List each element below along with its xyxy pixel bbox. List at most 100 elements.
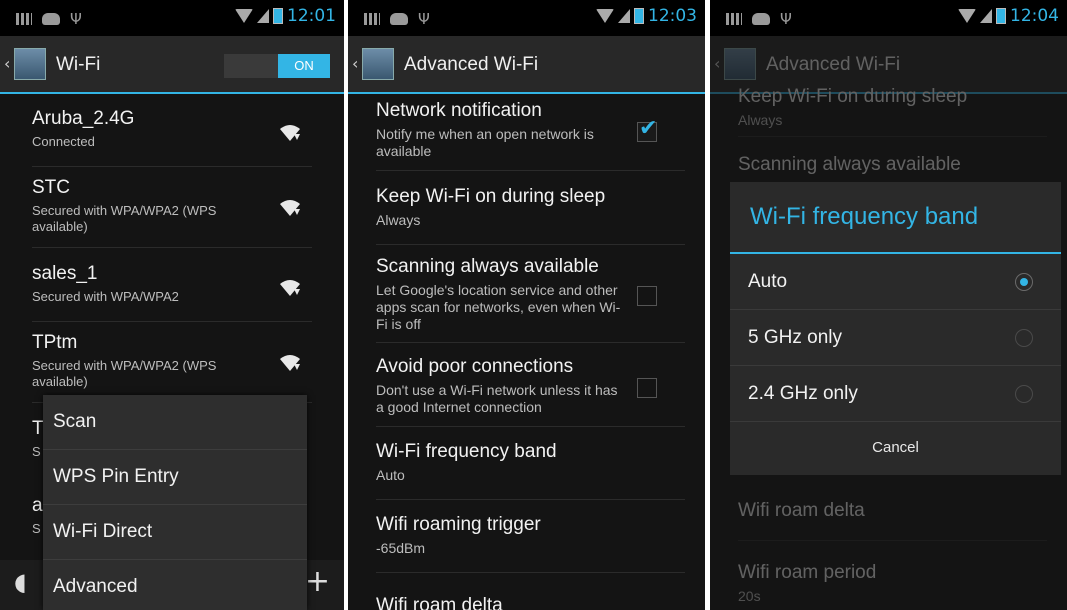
- pref-scanning-always[interactable]: Scanning always available: [738, 154, 1047, 184]
- gallery-notification-icon: [16, 13, 32, 25]
- pref-summary: Don't use a Wi-Fi network unless it has …: [376, 382, 618, 415]
- option-auto[interactable]: Auto: [730, 254, 1061, 310]
- pref-avoid-poor[interactable]: Avoid poor connections Don't use a Wi-Fi…: [376, 356, 685, 427]
- battery-icon: [634, 8, 644, 24]
- pref-title: Keep Wi-Fi on during sleep: [376, 186, 606, 207]
- pref-summary: Let Google's location service and other …: [376, 282, 621, 332]
- settings-app-icon[interactable]: [14, 48, 46, 80]
- pref-title: Keep Wi-Fi on during sleep: [738, 86, 968, 107]
- frequency-band-dialog: Wi-Fi frequency band Auto 5 GHz only 2.4…: [730, 182, 1061, 475]
- network-name: TPtm: [32, 332, 78, 353]
- pref-scanning-always[interactable]: Scanning always available Let Google's l…: [376, 256, 685, 343]
- menu-item-scan[interactable]: Scan: [43, 395, 307, 450]
- pref-frequency-band[interactable]: Wi-Fi frequency band Auto: [376, 441, 685, 500]
- scanning-checkbox[interactable]: [637, 286, 657, 306]
- pref-roam-period[interactable]: Wifi roam period 20s: [738, 562, 1047, 610]
- network-name: Aruba_2.4G: [32, 108, 135, 129]
- android-notification-icon: [752, 13, 770, 25]
- pref-roam-delta[interactable]: Wifi roam delta: [738, 500, 1047, 541]
- pref-roaming-trigger[interactable]: Wifi roaming trigger -65dBm: [376, 514, 685, 573]
- option-label: 2.4 GHz only: [748, 383, 858, 404]
- wps-icon[interactable]: ◖: [14, 568, 27, 596]
- pref-keep-wifi-sleep[interactable]: Keep Wi-Fi on during sleep Always: [376, 186, 685, 245]
- add-network-icon[interactable]: +: [305, 564, 330, 599]
- pref-summary: Always: [376, 212, 421, 228]
- pref-title: Wifi roam period: [738, 562, 877, 583]
- pref-summary: Notify me when an open network is availa…: [376, 126, 594, 159]
- back-chevron-icon[interactable]: ‹: [714, 54, 720, 73]
- wifi-settings-panel: Ψ 12:01 ‹ Wi-Fi ON Aruba_2.4G Connected …: [0, 0, 344, 610]
- option-24ghz[interactable]: 2.4 GHz only: [730, 366, 1061, 422]
- back-chevron-icon[interactable]: ‹: [4, 54, 10, 73]
- clock: 12:01: [287, 6, 336, 26]
- menu-item-wifi-direct[interactable]: Wi-Fi Direct: [43, 505, 307, 560]
- settings-app-icon[interactable]: [362, 48, 394, 80]
- wifi-strength-icon: [280, 125, 300, 141]
- clock: 12:03: [648, 6, 697, 26]
- pref-summary: -65dBm: [376, 540, 426, 556]
- radio-icon[interactable]: [1015, 385, 1033, 403]
- wifi-strength-icon: [280, 200, 300, 216]
- option-5ghz[interactable]: 5 GHz only: [730, 310, 1061, 366]
- network-status: Secured with WPA/WPA2: [32, 289, 179, 304]
- network-item[interactable]: TPtm Secured with WPA/WPA2 (WPS availabl…: [32, 332, 312, 403]
- radio-icon[interactable]: [1015, 329, 1033, 347]
- pref-title: Wifi roaming trigger: [376, 514, 541, 535]
- advanced-wifi-panel: Ψ 12:03 ‹ Advanced Wi-Fi Network notific…: [348, 0, 705, 610]
- menu-item-advanced[interactable]: Advanced: [43, 560, 307, 610]
- pref-title: Scanning always available: [376, 256, 599, 277]
- checkmark-icon: ✔: [639, 116, 658, 141]
- usb-icon: Ψ: [780, 10, 792, 28]
- pref-title: Avoid poor connections: [376, 356, 574, 377]
- network-status: Connected: [32, 134, 95, 149]
- avoid-poor-checkbox[interactable]: [637, 378, 657, 398]
- menu-item-wps-pin[interactable]: WPS Pin Entry: [43, 450, 307, 505]
- settings-app-icon[interactable]: [724, 48, 756, 80]
- usb-icon: Ψ: [70, 10, 82, 28]
- wifi-strength-icon: [280, 280, 300, 296]
- wifi-strength-icon: [280, 355, 300, 371]
- pref-title: Wifi roam delta: [376, 595, 503, 610]
- cancel-button[interactable]: Cancel: [730, 422, 1061, 474]
- android-notification-icon: [42, 13, 60, 25]
- network-status: Secured with WPA/WPA2 (WPS available): [32, 358, 217, 389]
- action-bar: ‹ Advanced Wi-Fi: [348, 36, 705, 94]
- network-status: Secured with WPA/WPA2 (WPS available): [32, 203, 217, 234]
- cell-signal-icon: [618, 9, 630, 23]
- wifi-signal-icon: [596, 9, 614, 23]
- network-item[interactable]: Aruba_2.4G Connected: [32, 108, 312, 167]
- pref-keep-wifi-sleep[interactable]: Keep Wi-Fi on during sleep Always: [738, 86, 1047, 137]
- clock: 12:04: [1010, 6, 1059, 26]
- toggle-on-label: ON: [278, 54, 330, 78]
- page-title: Advanced Wi-Fi: [766, 54, 901, 75]
- option-label: 5 GHz only: [748, 327, 842, 348]
- status-bar: Ψ 12:03: [348, 0, 705, 36]
- battery-icon: [273, 8, 283, 24]
- android-notification-icon: [390, 13, 408, 25]
- cell-signal-icon: [980, 9, 992, 23]
- overflow-menu: Scan WPS Pin Entry Wi-Fi Direct Advanced: [43, 395, 307, 610]
- gallery-notification-icon: [364, 13, 380, 25]
- wifi-signal-icon: [235, 9, 253, 23]
- status-bar: Ψ 12:01: [0, 0, 344, 36]
- wifi-toggle[interactable]: ON: [224, 54, 330, 78]
- network-item[interactable]: STC Secured with WPA/WPA2 (WPS available…: [32, 177, 312, 248]
- pref-title: Wi-Fi frequency band: [376, 441, 557, 462]
- cell-signal-icon: [257, 9, 269, 23]
- pref-title: Wifi roam delta: [738, 500, 865, 521]
- back-chevron-icon[interactable]: ‹: [352, 54, 358, 73]
- page-title: Wi-Fi: [56, 54, 101, 75]
- page-title: Advanced Wi-Fi: [404, 54, 539, 75]
- frequency-band-dialog-panel: Ψ 12:04 ‹ Advanced Wi-Fi Keep Wi-Fi on d…: [710, 0, 1067, 610]
- radio-selected-icon[interactable]: [1015, 273, 1033, 291]
- gallery-notification-icon: [726, 13, 742, 25]
- pref-roam-delta[interactable]: Wifi roam delta: [376, 595, 685, 610]
- network-name: STC: [32, 177, 70, 198]
- network-item[interactable]: sales_1 Secured with WPA/WPA2: [32, 263, 312, 322]
- notification-checkbox[interactable]: ✔: [637, 116, 657, 142]
- battery-icon: [996, 8, 1006, 24]
- wifi-signal-icon: [958, 9, 976, 23]
- pref-network-notification[interactable]: Network notification Notify me when an o…: [376, 100, 685, 171]
- usb-icon: Ψ: [418, 10, 430, 28]
- action-bar: ‹ Wi-Fi ON: [0, 36, 344, 94]
